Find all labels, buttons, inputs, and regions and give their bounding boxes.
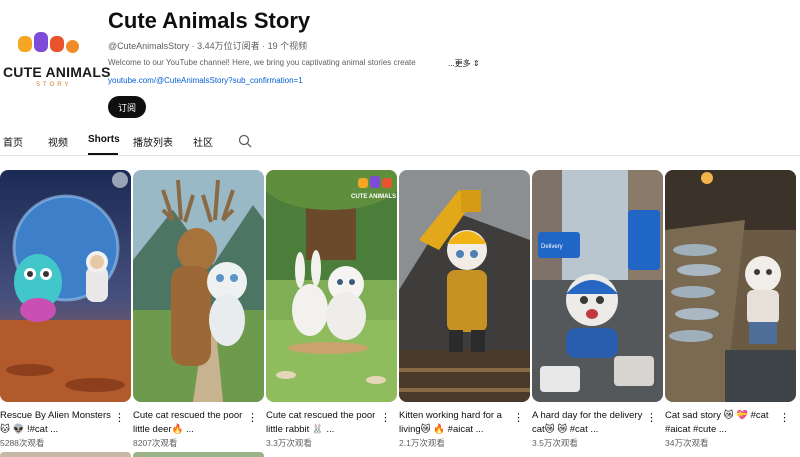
- more-vert-icon[interactable]: ⋮: [114, 411, 125, 425]
- more-vert-icon[interactable]: ⋮: [380, 411, 391, 425]
- delivery-sign: Delivery: [541, 244, 563, 250]
- more-vert-icon[interactable]: ⋮: [779, 411, 790, 425]
- kitten-worker-thumbnail[interactable]: [399, 170, 530, 402]
- channel-tabs: 首页 视频 Shorts 播放列表 社区: [0, 130, 800, 155]
- logo-subtext: STORY: [36, 82, 72, 88]
- short-views: 3.3万次观看: [266, 438, 312, 448]
- tab-videos[interactable]: 视频: [48, 134, 68, 149]
- logo-text: CUTE ANIMALS: [3, 64, 111, 80]
- more-vert-icon[interactable]: ⋮: [247, 411, 258, 425]
- more-button[interactable]: ...更多 ⇕: [448, 58, 480, 69]
- short-title[interactable]: A hard day for the delivery cat😿 😿 #cat …: [532, 409, 644, 437]
- thumb-watermark: CUTE ANIMALS: [351, 194, 396, 200]
- watermark-blob: [358, 178, 368, 188]
- more-label: ...更多: [448, 59, 471, 68]
- cat-rabbit-thumbnail[interactable]: CUTE ANIMALS: [266, 170, 397, 402]
- channel-description[interactable]: Welcome to our YouTube channel! Here, we…: [108, 58, 448, 67]
- short-title[interactable]: Cat sad story 😿 💝 #cat #aicat #cute ...: [665, 409, 777, 437]
- short-title[interactable]: Cute cat rescued the poor little rabbit …: [266, 409, 378, 437]
- short-title[interactable]: Rescue By Alien Monsters 🐱 👽 !#cat ...: [0, 409, 112, 437]
- search-icon[interactable]: [238, 134, 252, 148]
- delivery-cat-thumbnail[interactable]: Delivery: [532, 170, 663, 402]
- alien-cat-space-thumbnail[interactable]: [0, 170, 131, 402]
- cat-deer-thumbnail[interactable]: [133, 170, 264, 402]
- tab-playlists[interactable]: 播放列表: [133, 134, 173, 149]
- logo-blob-purple: [34, 32, 48, 52]
- channel-title: Cute Animals Story: [108, 8, 311, 33]
- tab-home[interactable]: 首页: [3, 134, 23, 149]
- logo-blob-red: [50, 36, 64, 52]
- next-row-thumbnail: [0, 452, 131, 457]
- short-views: 8207次观看: [133, 438, 178, 448]
- tab-community[interactable]: 社区: [193, 134, 213, 149]
- next-row-thumbnail: [133, 452, 264, 457]
- channel-avatar: CUTE ANIMALS STORY: [0, 26, 110, 98]
- subscribe-button[interactable]: 订阅: [108, 96, 146, 118]
- sad-cat-market-thumbnail[interactable]: [665, 170, 796, 402]
- short-title[interactable]: Cute cat rescued the poor little deer🔥 .…: [133, 409, 245, 437]
- short-title[interactable]: Kitten working hard for a living😿 🔥 #aic…: [399, 409, 511, 437]
- short-views: 3.5万次观看: [532, 438, 578, 448]
- channel-meta: @CuteAnimalsStory · 3.44万位订阅者 · 19 个视频: [108, 41, 308, 51]
- short-views: 2.1万次观看: [399, 438, 445, 448]
- short-views: 34万次观看: [665, 438, 709, 448]
- chevron-updown-icon: ⇕: [472, 59, 480, 68]
- tab-shorts[interactable]: Shorts: [88, 134, 120, 145]
- short-views: 5288次观看: [0, 438, 45, 448]
- more-vert-icon[interactable]: ⋮: [513, 411, 524, 425]
- logo-blob-orange: [18, 36, 32, 52]
- logo-blob-round: [66, 40, 79, 53]
- channel-link[interactable]: youtube.com/@CuteAnimalsStory?sub_confir…: [108, 76, 303, 85]
- more-vert-icon[interactable]: ⋮: [646, 411, 657, 425]
- tabs-divider: [0, 155, 800, 156]
